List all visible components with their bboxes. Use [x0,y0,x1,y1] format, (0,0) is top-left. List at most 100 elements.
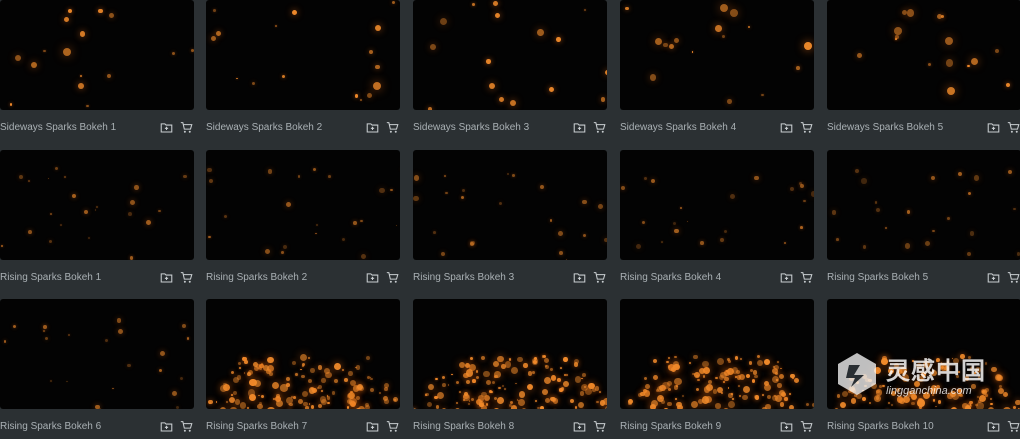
cart-icon[interactable] [591,418,607,434]
clip-title[interactable]: Rising Sparks Bokeh 5 [827,272,981,283]
spark-dot [671,367,676,372]
cart-icon[interactable] [178,418,194,434]
clip-title[interactable]: Rising Sparks Bokeh 1 [0,272,154,283]
clip-thumbnail[interactable] [827,150,1020,260]
clip-card[interactable]: Sideways Sparks Bokeh 5 [827,0,1020,140]
spark-dot [469,400,471,402]
clip-thumbnail[interactable] [0,0,194,110]
clip-card[interactable]: Sideways Sparks Bokeh 4 [620,0,814,140]
spark-dot [985,362,987,364]
spark-dot [976,402,983,409]
clip-card[interactable]: Rising Sparks Bokeh 1 [0,150,194,290]
spark-dot [305,406,308,409]
clip-thumbnail[interactable] [620,0,814,110]
cart-icon[interactable] [798,119,814,135]
clip-thumbnail[interactable] [206,0,400,110]
clip-thumbnail[interactable] [0,150,194,260]
clip-card[interactable]: Rising Sparks Bokeh 7 [206,299,400,439]
clip-title[interactable]: Rising Sparks Bokeh 8 [413,421,567,432]
cart-icon[interactable] [178,269,194,285]
spark-dot [702,361,708,367]
clip-thumbnail[interactable] [413,299,607,409]
folder-add-icon[interactable] [571,269,587,285]
clip-card[interactable]: Rising Sparks Bokeh 6 [0,299,194,439]
folder-add-icon[interactable] [158,269,174,285]
clip-title[interactable]: Sideways Sparks Bokeh 3 [413,122,567,133]
clip-thumbnail[interactable] [206,150,400,260]
clip-card[interactable]: Rising Sparks Bokeh 9 [620,299,814,439]
clip-title[interactable]: Rising Sparks Bokeh 9 [620,421,774,432]
clip-title[interactable]: Rising Sparks Bokeh 10 [827,421,981,432]
spark-dot [384,399,388,403]
spark-dot [80,75,82,77]
clip-card[interactable]: Rising Sparks Bokeh 2 [206,150,400,290]
spark-dot [601,97,606,102]
spark-dot [735,356,738,359]
spark-dot [220,385,227,392]
clip-card[interactable]: Rising Sparks Bokeh 8 [413,299,607,439]
clip-card[interactable]: Rising Sparks Bokeh 10 [827,299,1020,439]
folder-add-icon[interactable] [985,269,1001,285]
clip-title[interactable]: Sideways Sparks Bokeh 4 [620,122,774,133]
clip-title[interactable]: Rising Sparks Bokeh 6 [0,421,154,432]
spark-dot [879,385,882,388]
folder-add-icon[interactable] [985,119,1001,135]
spark-dot [293,396,296,399]
cart-icon[interactable] [384,269,400,285]
clip-title[interactable]: Rising Sparks Bokeh 2 [206,272,360,283]
clip-title[interactable]: Sideways Sparks Bokeh 1 [0,122,154,133]
cart-icon[interactable] [384,418,400,434]
spark-dot [233,391,237,395]
spark-dot [308,379,312,383]
spark-dot [991,367,996,372]
clip-thumbnail[interactable] [827,299,1020,409]
cart-icon[interactable] [1005,119,1020,135]
folder-add-icon[interactable] [364,119,380,135]
spark-dot [578,402,584,408]
clip-title[interactable]: Rising Sparks Bokeh 4 [620,272,774,283]
spark-dot [537,29,544,36]
cart-icon[interactable] [798,269,814,285]
spark-dot [130,200,135,205]
clip-card[interactable]: Sideways Sparks Bokeh 3 [413,0,607,140]
folder-add-icon[interactable] [364,269,380,285]
spark-dot [353,221,357,225]
clip-card[interactable]: Sideways Sparks Bokeh 2 [206,0,400,140]
folder-add-icon[interactable] [778,119,794,135]
clip-title[interactable]: Rising Sparks Bokeh 3 [413,272,567,283]
clip-card[interactable]: Sideways Sparks Bokeh 1 [0,0,194,140]
cart-icon[interactable] [591,119,607,135]
clip-thumbnail[interactable] [827,0,1020,110]
clip-thumbnail[interactable] [0,299,194,409]
clip-title[interactable]: Sideways Sparks Bokeh 5 [827,122,981,133]
folder-add-icon[interactable] [158,119,174,135]
spark-dot [318,365,323,370]
clip-thumbnail[interactable] [620,150,814,260]
clip-card[interactable]: Rising Sparks Bokeh 5 [827,150,1020,290]
spark-dot [130,256,133,259]
clip-title[interactable]: Rising Sparks Bokeh 7 [206,421,360,432]
clip-thumbnail[interactable] [206,299,400,409]
cart-icon[interactable] [1005,269,1020,285]
folder-add-icon[interactable] [778,418,794,434]
folder-add-icon[interactable] [778,269,794,285]
cart-icon[interactable] [1005,418,1020,434]
folder-add-icon[interactable] [985,418,1001,434]
clip-card[interactable]: Rising Sparks Bokeh 4 [620,150,814,290]
folder-add-icon[interactable] [364,418,380,434]
folder-add-icon[interactable] [571,418,587,434]
clip-card[interactable]: Rising Sparks Bokeh 3 [413,150,607,290]
spark-dot [739,395,741,397]
spark-dot [427,402,432,407]
clip-thumbnail[interactable] [413,0,607,110]
cart-icon[interactable] [798,418,814,434]
cart-icon[interactable] [591,269,607,285]
spark-dot [936,358,940,362]
clip-thumbnail[interactable] [620,299,814,409]
cart-icon[interactable] [178,119,194,135]
clip-thumbnail[interactable] [413,150,607,260]
folder-add-icon[interactable] [158,418,174,434]
folder-add-icon[interactable] [571,119,587,135]
clip-title[interactable]: Sideways Sparks Bokeh 2 [206,122,360,133]
cart-icon[interactable] [384,119,400,135]
